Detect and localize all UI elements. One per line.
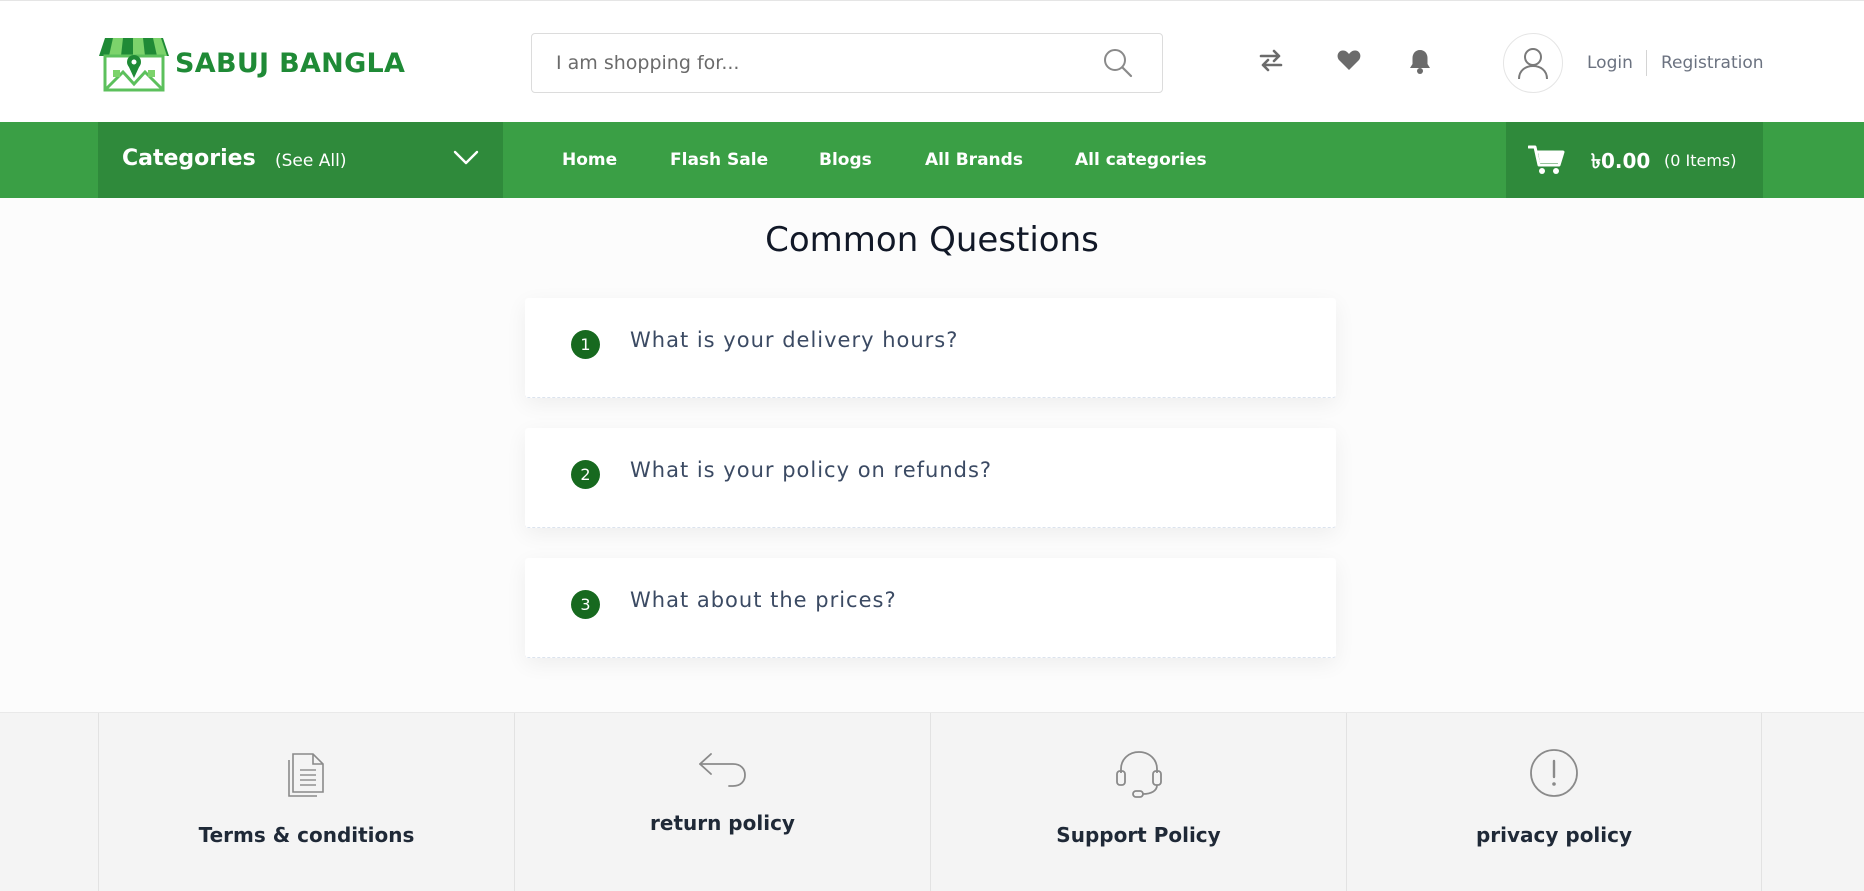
faq-number-badge: 2 (571, 460, 600, 489)
heart-icon[interactable] (1336, 47, 1362, 78)
policy-support[interactable]: Support Policy (930, 713, 1346, 891)
return-arrow-icon (515, 750, 930, 790)
faq-question[interactable]: What is your policy on refunds? (630, 458, 992, 482)
user-icon (1518, 48, 1548, 80)
login-link[interactable]: Login (1587, 53, 1633, 73)
policy-strip: Terms & conditions return policy Support… (0, 712, 1864, 891)
nav-all-categories[interactable]: All categories (1075, 150, 1207, 170)
policy-label: Terms & conditions (198, 823, 415, 847)
faq-question[interactable]: What about the prices? (630, 588, 897, 612)
see-all-link[interactable]: (See All) (275, 151, 346, 171)
nav-flash-sale[interactable]: Flash Sale (670, 150, 768, 170)
faq-number-badge: 1 (571, 330, 600, 359)
search-box (531, 33, 1163, 93)
storefront-logo-icon (99, 38, 169, 92)
policy-label: return policy (650, 811, 795, 835)
nav-blogs[interactable]: Blogs (819, 150, 872, 170)
policy-return[interactable]: return policy (514, 713, 930, 891)
compare-icon[interactable] (1258, 47, 1284, 78)
cart-button[interactable]: ৳0.00 (0 Items) (1506, 122, 1763, 198)
page-title: Common Questions (765, 220, 1099, 260)
faq-item[interactable]: 2 What is your policy on refunds? (525, 428, 1336, 528)
cart-icon (1527, 144, 1566, 181)
divider (1646, 50, 1647, 76)
faq-number-badge: 3 (571, 590, 600, 619)
search-icon[interactable] (1102, 47, 1134, 84)
exclamation-icon (1347, 747, 1761, 799)
document-icon (99, 748, 514, 798)
main-nav: Categories (See All) Home Flash Sale Blo… (0, 122, 1864, 198)
policy-privacy[interactable]: privacy policy (1346, 713, 1762, 891)
categories-dropdown[interactable]: Categories (See All) (98, 122, 503, 198)
registration-link[interactable]: Registration (1661, 53, 1764, 73)
cart-amount: ৳0.00 (1591, 149, 1651, 173)
policy-terms[interactable]: Terms & conditions (98, 713, 514, 891)
avatar[interactable] (1503, 33, 1563, 93)
brand-name: SABUJ BANGLA (175, 47, 406, 79)
policy-label: privacy policy (1475, 823, 1633, 847)
faq-item[interactable]: 3 What about the prices? (525, 558, 1336, 658)
search-input[interactable] (556, 34, 1076, 92)
policy-label: Support Policy (1056, 823, 1221, 847)
categories-label: Categories (122, 146, 256, 171)
chevron-down-icon[interactable] (453, 149, 479, 172)
cart-item-count: (0 Items) (1664, 151, 1737, 170)
nav-all-brands[interactable]: All Brands (925, 150, 1023, 170)
bell-icon[interactable] (1407, 47, 1433, 80)
headset-icon (931, 747, 1346, 799)
logo[interactable]: SABUJ BANGLA (99, 33, 405, 93)
faq-item[interactable]: 1 What is your delivery hours? (525, 298, 1336, 398)
faq-question[interactable]: What is your delivery hours? (630, 328, 958, 352)
top-header: SABUJ BANGLA Login Re (0, 0, 1864, 122)
nav-home[interactable]: Home (562, 150, 617, 170)
